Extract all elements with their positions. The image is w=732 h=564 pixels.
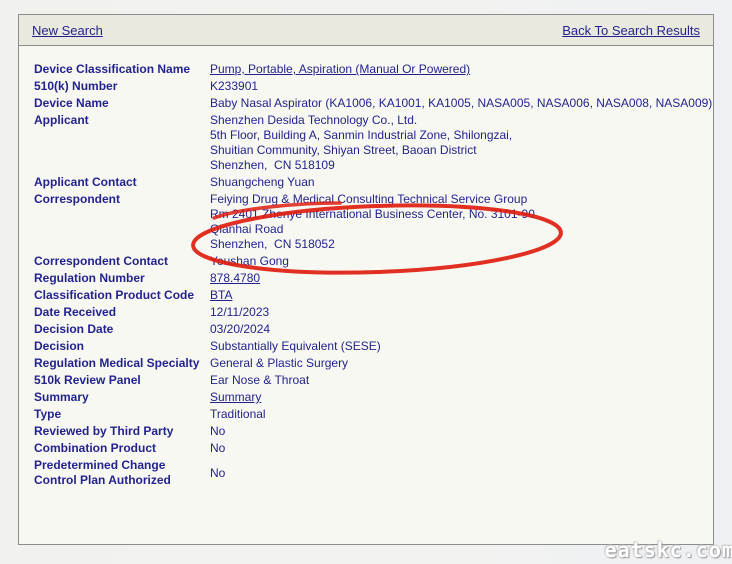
detail-rows: Device Classification Name Pump, Portabl… bbox=[34, 61, 712, 489]
navigation-bar: New Search Back To Search Results bbox=[19, 15, 713, 46]
back-to-search-results-link[interactable]: Back To Search Results bbox=[562, 23, 700, 38]
table-row-applicant-contact: Applicant Contact Shuangcheng Yuan bbox=[34, 174, 712, 191]
table-row-regulation-medical-specialty: Regulation Medical Specialty General & P… bbox=[34, 355, 712, 372]
field-value: Summary bbox=[210, 389, 712, 406]
table-row-combination-product: Combination Product No bbox=[34, 440, 712, 457]
field-label: Applicant bbox=[34, 112, 210, 174]
new-search-link[interactable]: New Search bbox=[32, 23, 103, 38]
summary-link[interactable]: Summary bbox=[210, 390, 261, 404]
classification-product-code-link[interactable]: BTA bbox=[210, 288, 232, 302]
table-row-type: Type Traditional bbox=[34, 406, 712, 423]
field-label: Device Name bbox=[34, 95, 210, 112]
field-label: Type bbox=[34, 406, 210, 423]
field-label: Regulation Medical Specialty bbox=[34, 355, 210, 372]
field-value: Pump, Portable, Aspiration (Manual Or Po… bbox=[210, 61, 712, 78]
field-value: 12/11/2023 bbox=[210, 304, 712, 321]
device-detail-content: Device Classification Name Pump, Portabl… bbox=[19, 46, 713, 489]
field-value: No bbox=[210, 440, 712, 457]
field-value: Youshan Gong bbox=[210, 253, 712, 270]
results-panel: New Search Back To Search Results Device… bbox=[18, 14, 714, 545]
field-value: Shuangcheng Yuan bbox=[210, 174, 712, 191]
field-label: 510k Review Panel bbox=[34, 372, 210, 389]
field-label: Applicant Contact bbox=[34, 174, 210, 191]
field-value: 878.4780 bbox=[210, 270, 712, 287]
field-value: Shenzhen Desida Technology Co., Ltd. 5th… bbox=[210, 112, 712, 174]
field-value: 03/20/2024 bbox=[210, 321, 712, 338]
table-row-correspondent-contact: Correspondent Contact Youshan Gong bbox=[34, 253, 712, 270]
field-value: No bbox=[210, 457, 712, 489]
table-row-510k-review-panel: 510k Review Panel Ear Nose & Throat bbox=[34, 372, 712, 389]
detail-table: Device Classification Name Pump, Portabl… bbox=[34, 61, 712, 489]
table-row-device-name: Device Name Baby Nasal Aspirator (KA1006… bbox=[34, 95, 712, 112]
field-label: Combination Product bbox=[34, 440, 210, 457]
field-label: Correspondent bbox=[34, 191, 210, 253]
field-label: Decision bbox=[34, 338, 210, 355]
device-classification-name-link[interactable]: Pump, Portable, Aspiration (Manual Or Po… bbox=[210, 62, 470, 76]
table-row-summary: Summary Summary bbox=[34, 389, 712, 406]
field-value: No bbox=[210, 423, 712, 440]
field-label: Summary bbox=[34, 389, 210, 406]
table-row-applicant: Applicant Shenzhen Desida Technology Co.… bbox=[34, 112, 712, 174]
table-row-date-received: Date Received 12/11/2023 bbox=[34, 304, 712, 321]
field-label: Device Classification Name bbox=[34, 61, 210, 78]
field-label: Date Received bbox=[34, 304, 210, 321]
field-value: BTA bbox=[210, 287, 712, 304]
field-label: Reviewed by Third Party bbox=[34, 423, 210, 440]
field-value: Traditional bbox=[210, 406, 712, 423]
watermark: eatskc.com bbox=[605, 538, 732, 562]
table-row-decision: Decision Substantially Equivalent (SESE) bbox=[34, 338, 712, 355]
field-label: Decision Date bbox=[34, 321, 210, 338]
field-value: Ear Nose & Throat bbox=[210, 372, 712, 389]
field-value: Substantially Equivalent (SESE) bbox=[210, 338, 712, 355]
field-label: Predetermined Change Control Plan Author… bbox=[34, 457, 210, 489]
table-row-510k-number: 510(k) Number K233901 bbox=[34, 78, 712, 95]
table-row-classification-product-code: Classification Product Code BTA bbox=[34, 287, 712, 304]
field-label: Regulation Number bbox=[34, 270, 210, 287]
table-row-correspondent: Correspondent Feiying Drug & Medical Con… bbox=[34, 191, 712, 253]
table-row-predetermined-change-control-plan-authorized: Predetermined Change Control Plan Author… bbox=[34, 457, 712, 489]
field-value: K233901 bbox=[210, 78, 712, 95]
field-value: General & Plastic Surgery bbox=[210, 355, 712, 372]
table-row-regulation-number: Regulation Number 878.4780 bbox=[34, 270, 712, 287]
page: New Search Back To Search Results Device… bbox=[0, 0, 732, 564]
table-row-device-classification-name: Device Classification Name Pump, Portabl… bbox=[34, 61, 712, 78]
field-label: 510(k) Number bbox=[34, 78, 210, 95]
table-row-reviewed-by-third-party: Reviewed by Third Party No bbox=[34, 423, 712, 440]
field-value: Feiying Drug & Medical Consulting Techni… bbox=[210, 191, 712, 253]
field-label: Correspondent Contact bbox=[34, 253, 210, 270]
field-value: Baby Nasal Aspirator (KA1006, KA1001, KA… bbox=[210, 95, 712, 112]
regulation-number-link[interactable]: 878.4780 bbox=[210, 271, 260, 285]
table-row-decision-date: Decision Date 03/20/2024 bbox=[34, 321, 712, 338]
field-label: Classification Product Code bbox=[34, 287, 210, 304]
